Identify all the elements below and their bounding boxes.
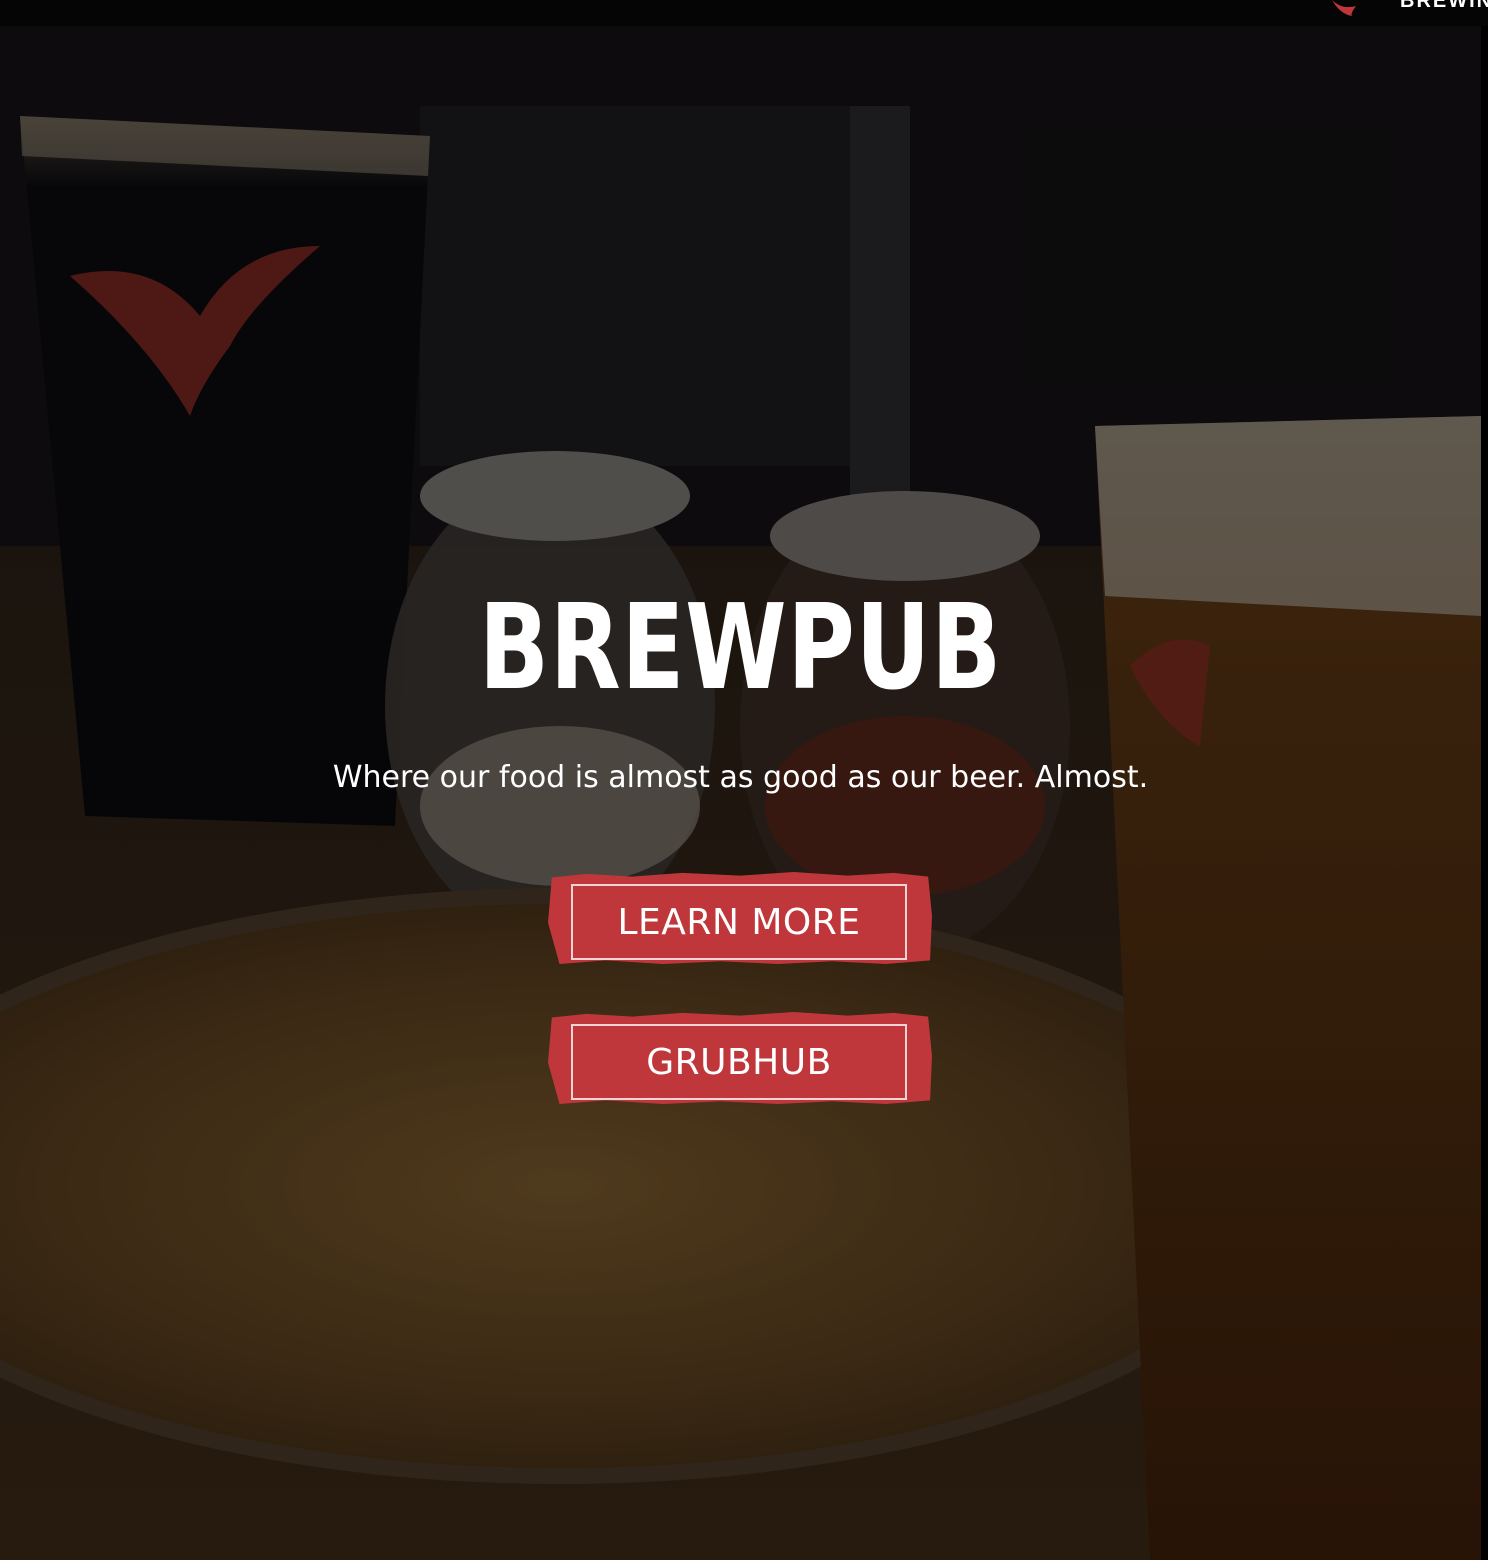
top-nav-bar: BREWING [0,0,1488,26]
hero-subtitle: Where our food is almost as good as our … [332,760,1149,795]
learn-more-button[interactable]: LEARN MORE [548,872,932,964]
hero-content: BREWPUB Where our food is almost as good… [0,26,1481,1560]
grubhub-button-label: GRUBHUB [571,1024,907,1100]
brand-logo-text[interactable]: BREWING [1400,0,1488,13]
page-title: BREWPUB [478,578,1003,716]
learn-more-button-label: LEARN MORE [571,884,907,960]
page: BREWING [0,0,1488,1560]
logo-wing-icon [1332,0,1356,16]
grubhub-button[interactable]: GRUBHUB [548,1012,932,1104]
